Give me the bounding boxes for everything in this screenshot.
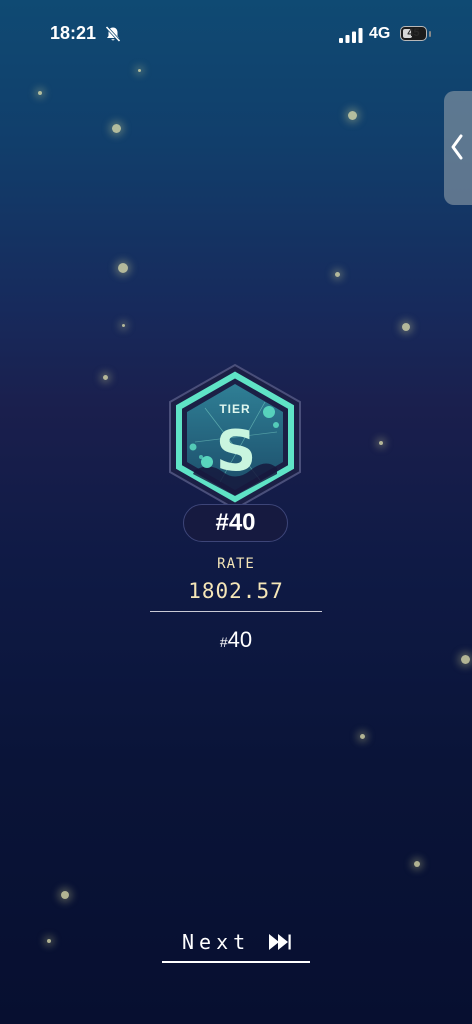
particle (118, 263, 128, 273)
tier-badge-icon: TIER S (169, 363, 301, 511)
particle (111, 123, 121, 133)
particle (379, 441, 383, 445)
particle (402, 323, 410, 331)
fast-forward-icon (269, 934, 291, 950)
rank-secondary: #40 (0, 627, 472, 653)
signal-bars-icon (339, 28, 363, 43)
rank-number: 40 (227, 627, 253, 652)
bell-slash-icon (105, 25, 121, 43)
rate-label: RATE (217, 556, 255, 572)
status-bar: 18:21 4G 45 (0, 0, 472, 70)
particle (102, 374, 108, 380)
particle (121, 323, 125, 327)
particle (47, 939, 51, 943)
particle (61, 891, 69, 899)
chevron-left-icon (451, 134, 463, 160)
particle (334, 271, 340, 277)
rate-value: 1802.57 (188, 579, 284, 603)
particle (137, 68, 141, 72)
particle (359, 733, 365, 739)
battery-tip (429, 31, 431, 37)
next-button-label: Next (182, 930, 251, 954)
particle (38, 91, 42, 95)
rank-hash: # (219, 634, 228, 650)
network-type: 4G (369, 25, 391, 42)
side-drawer-handle[interactable] (444, 91, 472, 205)
tier-letter: S (216, 419, 256, 484)
next-button[interactable]: Next (162, 928, 310, 964)
particle (347, 110, 357, 120)
particle (460, 654, 470, 664)
divider (150, 611, 322, 612)
particle (414, 861, 420, 867)
rank-pill: #40 (183, 504, 288, 542)
next-button-underline (162, 961, 310, 963)
battery-level: 45 (407, 27, 420, 39)
status-time: 18:21 (50, 23, 97, 43)
battery-icon: 45 (400, 26, 427, 41)
tier-word: TIER (219, 402, 250, 416)
